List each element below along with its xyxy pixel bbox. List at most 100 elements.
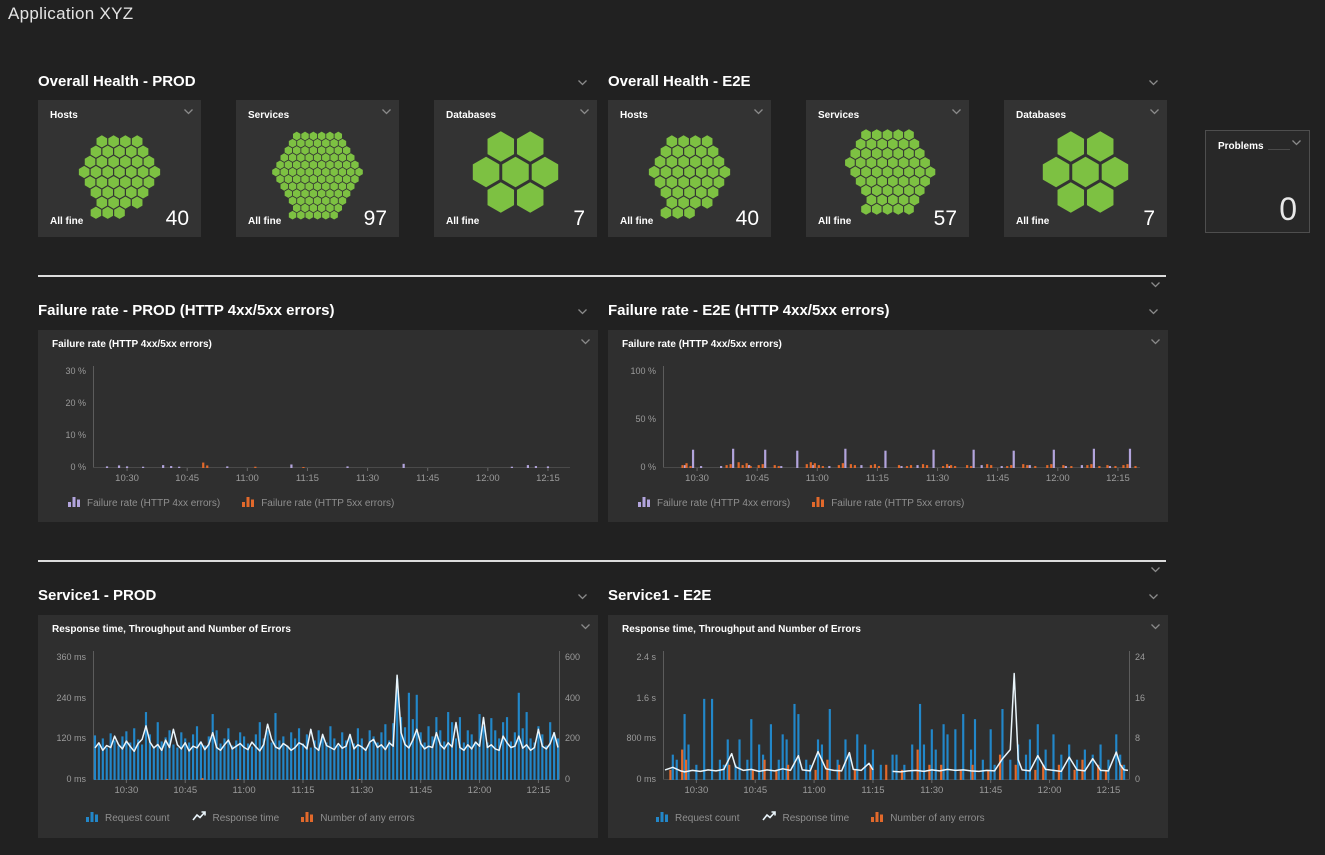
x-axis-tick-label: 10:30 <box>104 785 148 796</box>
chart-tile-service-e2e[interactable]: Response time, Throughput and Number of … <box>608 615 1168 838</box>
response-time-line-icon <box>762 810 777 822</box>
health-tile-count: 97 <box>364 207 387 231</box>
y-axis-tick-label: 50 % <box>608 414 656 424</box>
y-axis-tick-label: 360 ms <box>38 652 86 662</box>
x-axis-tick-label: 11:45 <box>969 785 1013 796</box>
chart-title: Response time, Throughput and Number of … <box>622 624 861 635</box>
y-axis-right-tick-label: 600 <box>565 652 599 662</box>
legend-label: Number of any errors <box>890 813 984 824</box>
chevron-down-icon[interactable] <box>951 108 963 116</box>
chevron-down-icon[interactable] <box>1148 79 1160 87</box>
bar-series-icon <box>86 810 99 822</box>
y-axis-tick-label: 1.6 s <box>608 693 656 703</box>
x-axis-tick-label: 10:45 <box>735 473 779 484</box>
chevron-down-icon[interactable] <box>577 308 589 316</box>
health-tile-prod-hosts[interactable]: HostsAll fine40 <box>38 100 201 237</box>
plot-area[interactable] <box>663 651 1130 780</box>
x-axis-tick-label: 11:00 <box>795 473 839 484</box>
health-tile-status: All fine <box>1016 216 1049 227</box>
chevron-down-icon[interactable] <box>1291 139 1303 147</box>
plot-area[interactable] <box>93 366 570 468</box>
x-axis-tick-label: 10:30 <box>675 473 719 484</box>
chevron-down-icon[interactable] <box>577 79 589 87</box>
x-axis-tick-label: 10:45 <box>165 473 209 484</box>
x-axis-tick-label: 11:45 <box>399 785 443 796</box>
legend-label: Request count <box>105 813 170 824</box>
chevron-down-icon[interactable] <box>1149 108 1161 116</box>
plot-area[interactable] <box>663 366 1140 468</box>
x-axis-tick-label: 10:30 <box>674 785 718 796</box>
health-tile-e2e-services[interactable]: ServicesAll fine57 <box>806 100 969 237</box>
chart-tile-service-prod[interactable]: Response time, Throughput and Number of … <box>38 615 598 838</box>
chevron-down-icon[interactable] <box>1148 593 1160 601</box>
y-axis-right-tick-label: 0 <box>565 774 599 784</box>
chevron-down-icon[interactable] <box>1150 338 1162 346</box>
chevron-down-icon[interactable] <box>753 108 765 116</box>
chart-title: Failure rate (HTTP 4xx/5xx errors) <box>622 339 782 350</box>
x-axis-tick-label: 11:30 <box>346 473 390 484</box>
problems-dash <box>1268 149 1290 150</box>
x-axis-tick-label: 12:00 <box>1036 473 1080 484</box>
legend-label: Response time <box>783 813 850 824</box>
chevron-down-icon[interactable] <box>381 108 393 116</box>
health-tile-count: 7 <box>1143 207 1155 231</box>
chevron-down-icon[interactable] <box>580 623 592 631</box>
x-axis-tick-label: 11:45 <box>406 473 450 484</box>
y-axis-tick-label: 20 % <box>38 398 86 408</box>
legend-item-5xx[interactable]: Failure rate (HTTP 5xx errors) <box>812 494 964 512</box>
legend-item-req[interactable]: Request count <box>86 809 170 827</box>
legend-item-err[interactable]: Number of any errors <box>301 809 414 827</box>
x-axis-tick-label: 11:30 <box>916 473 960 484</box>
chevron-down-icon[interactable] <box>577 593 589 601</box>
health-tile-count: 57 <box>934 207 957 231</box>
section-header-health-prod: Overall Health - PROD <box>38 73 196 90</box>
chevron-down-icon[interactable] <box>1150 281 1162 289</box>
y-axis-tick-label: 240 ms <box>38 693 86 703</box>
legend-item-err[interactable]: Number of any errors <box>871 809 984 827</box>
chevron-down-icon[interactable] <box>579 108 591 116</box>
section-header-service-prod: Service1 - PROD <box>38 587 156 604</box>
x-axis-tick-label: 12:15 <box>526 473 570 484</box>
legend-item-req[interactable]: Request count <box>656 809 740 827</box>
x-axis-tick-label: 11:00 <box>222 785 266 796</box>
bar-series-icon <box>656 810 669 822</box>
problems-tile[interactable]: Problems 0 <box>1205 130 1310 233</box>
x-axis-tick-label: 11:30 <box>910 785 954 796</box>
legend-label: Failure rate (HTTP 4xx errors) <box>657 498 790 509</box>
health-tile-label: Hosts <box>620 110 648 121</box>
legend-item-5xx[interactable]: Failure rate (HTTP 5xx errors) <box>242 494 394 512</box>
chevron-down-icon[interactable] <box>580 338 592 346</box>
health-tile-label: Services <box>818 110 859 121</box>
health-tile-e2e-hosts[interactable]: HostsAll fine40 <box>608 100 771 237</box>
bar-series-icon <box>812 495 825 507</box>
legend-item-4xx[interactable]: Failure rate (HTTP 4xx errors) <box>638 494 790 512</box>
bar-series-icon <box>242 495 255 507</box>
chevron-down-icon[interactable] <box>1148 308 1160 316</box>
problems-tile-label: Problems <box>1218 141 1264 152</box>
chevron-down-icon[interactable] <box>1150 623 1162 631</box>
plot-area[interactable] <box>93 651 560 780</box>
y-axis-right-tick-label: 24 <box>1135 652 1169 662</box>
health-tile-prod-databases[interactable]: DatabasesAll fine7 <box>434 100 597 237</box>
chart-tile-failure-prod[interactable]: Failure rate (HTTP 4xx/5xx errors) 30 %2… <box>38 330 598 522</box>
health-tile-status: All fine <box>248 216 281 227</box>
line-series-resp <box>95 675 558 751</box>
x-axis-tick-label: 11:00 <box>792 785 836 796</box>
section-header-failure-prod: Failure rate - PROD (HTTP 4xx/5xx errors… <box>38 302 335 319</box>
health-tile-label: Databases <box>1016 110 1066 121</box>
y-axis-tick-label: 0 ms <box>608 774 656 784</box>
x-axis-tick-label: 12:15 <box>1096 473 1140 484</box>
health-tile-count: 40 <box>166 207 189 231</box>
legend-item-4xx[interactable]: Failure rate (HTTP 4xx errors) <box>68 494 220 512</box>
chevron-down-icon[interactable] <box>183 108 195 116</box>
y-axis-tick-label: 0 % <box>608 462 656 472</box>
legend-item-resp[interactable]: Response time <box>192 809 280 827</box>
chevron-down-icon[interactable] <box>1150 566 1162 574</box>
y-axis-right-tick-label: 0 <box>1135 774 1169 784</box>
health-tile-e2e-databases[interactable]: Databases All fine 7 <box>1004 100 1167 237</box>
bar-series-req <box>94 679 559 780</box>
chart-legend: Failure rate (HTTP 4xx errors) Failure ra… <box>68 494 394 512</box>
legend-item-resp[interactable]: Response time <box>762 809 850 827</box>
chart-tile-failure-e2e[interactable]: Failure rate (HTTP 4xx/5xx errors) 100 %… <box>608 330 1168 522</box>
health-tile-prod-services[interactable]: ServicesAll fine97 <box>236 100 399 237</box>
